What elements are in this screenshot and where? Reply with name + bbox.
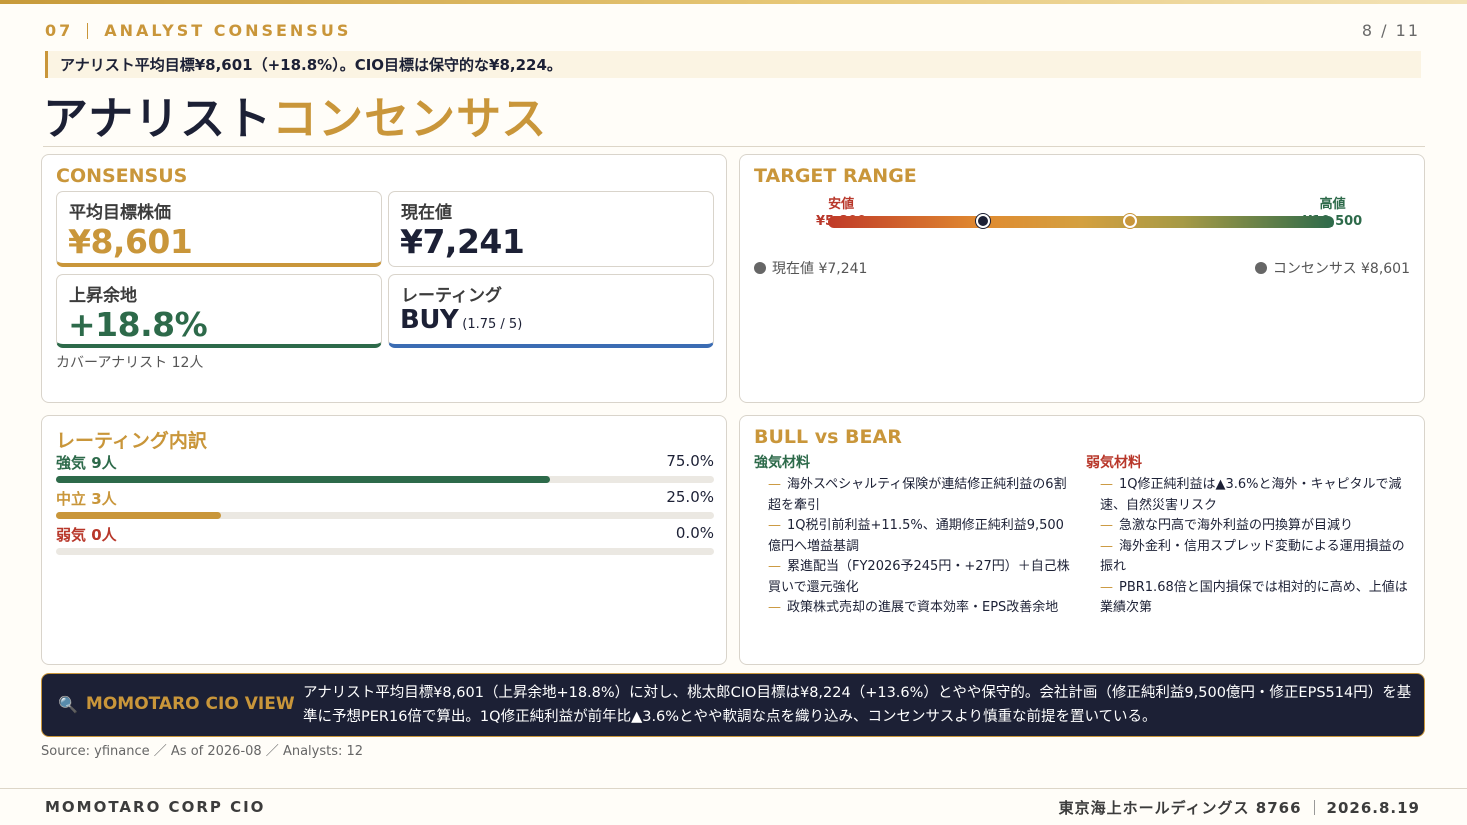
legend-consensus-text: コンセンサス ¥8,601: [1272, 261, 1410, 277]
bear-item: — 急激な円高で海外利益の円換算が目減り: [1086, 516, 1408, 537]
bullet-dash: —: [1100, 518, 1113, 533]
rating-row-track: [56, 512, 714, 519]
rating-row-pct: 25.0%: [666, 488, 714, 506]
target-range-bar: [828, 216, 1334, 228]
rating-row-pct: 75.0%: [666, 452, 714, 470]
rating-score: (1.75 / 5): [462, 317, 523, 332]
footer-divider: [0, 788, 1467, 789]
rating-row-label: 中立 3人: [56, 490, 117, 508]
high-target-label: 高値: [1319, 197, 1346, 212]
bull-column: 強気材料 — 海外スペシャルティ保険が連結修正純利益の6割超を牽引 —1Q税引前利…: [754, 452, 1076, 619]
rating-row-fill: [56, 512, 221, 519]
rating-tile: レーティング BUY (1.75 / 5): [388, 274, 714, 348]
bear-item-text: 急激な円高で海外利益の円換算が目減り: [1119, 518, 1354, 533]
bear-item-text: 海外金利・信用スプレッド変動による運用損益の振れ: [1100, 538, 1405, 575]
cio-view-text: アナリスト平均目標¥8,601（上昇余地+18.8%）に対し、桃太郎CIO目標は…: [303, 685, 1412, 725]
rating-row-track: [56, 476, 714, 483]
target-range-title: TARGET RANGE: [754, 165, 917, 187]
bear-list: —1Q修正純利益は▲3.6%と海外・キャピタルで減速、自然災害リスク — 急激な円…: [1086, 475, 1408, 619]
consensus-title: CONSENSUS: [56, 165, 188, 187]
legend-current: 現在値 ¥7,241: [754, 258, 867, 278]
bull-list: — 海外スペシャルティ保険が連結修正純利益の6割超を牽引 —1Q税引前利益+11.…: [754, 475, 1076, 619]
rating-row-fill: [56, 476, 550, 483]
bull-title: 強気材料: [754, 455, 810, 471]
current-price-value: ¥7,241: [400, 222, 525, 261]
avg-target-value: ¥8,601: [68, 222, 193, 261]
bull-item-text: 累進配当（FY2026予245円・+27円）＋自己株買いで還元強化: [768, 559, 1070, 595]
bullet-dash: —: [1100, 477, 1113, 492]
cio-view-label: 🔍 MOMOTARO CIO VIEW: [58, 694, 295, 714]
legend-consensus-dot: [1254, 262, 1267, 274]
bull-item-text: 1Q税引前利益+11.5%、通期修正純利益9,500億円へ増益基調: [768, 518, 1064, 554]
upside-tile: 上昇余地 +18.8%: [56, 274, 382, 348]
rating-label: レーティング: [401, 286, 502, 306]
bear-item-text: PBR1.68倍と国内損保では相対的に高め、上値は業績次第: [1100, 579, 1408, 616]
section-divider: [87, 22, 89, 39]
analyst-coverage: カバーアナリスト 12人: [56, 355, 204, 371]
low-target-label: 安値: [828, 197, 855, 212]
legend-consensus: コンセンサス ¥8,601: [1254, 258, 1410, 278]
page-title-accent: コンセンサス: [272, 92, 548, 145]
current-price-tile: 現在値 ¥7,241: [388, 191, 714, 267]
bull-item: — 海外スペシャルティ保険が連結修正純利益の6割超を牽引: [754, 475, 1076, 516]
bullet-dash: —: [1100, 538, 1113, 554]
target-range-card: TARGET RANGE 安値 ¥5,800 高値 ¥10,500 現在値 ¥7…: [739, 154, 1425, 403]
page-number: 8 / 11: [1361, 21, 1420, 40]
upside-label: 上昇余地: [69, 286, 137, 306]
rating-breakdown-card: レーティング内訳 強気 9人 75.0% 中立 3人 25.0% 弱気 0人 0…: [41, 415, 727, 665]
bull-item-text: 政策株式売却の進展で資本効率・EPS改善余地: [787, 600, 1059, 615]
bear-item-text: 1Q修正純利益は▲3.6%と海外・キャピタルで減速、自然災害リスク: [1100, 477, 1402, 513]
rating-row-label: 弱気 0人: [56, 526, 117, 544]
footer-separator: [1313, 800, 1315, 815]
footer-date: 2026.8.19: [1326, 798, 1420, 817]
section-label: 07 ANALYST CONSENSUS: [45, 21, 351, 40]
bullet-dash: —: [1100, 579, 1113, 595]
bull-item: —1Q税引前利益+11.5%、通期修正純利益9,500億円へ増益基調: [754, 516, 1076, 557]
rating-value: BUY (1.75 / 5): [400, 305, 522, 335]
rating-breakdown-title: レーティング内訳: [56, 430, 207, 452]
bull-item-text: 海外スペシャルティ保険が連結修正純利益の6割超を牽引: [768, 477, 1067, 513]
bear-item: — 海外金利・信用スプレッド変動による運用損益の振れ: [1086, 537, 1408, 578]
bullet-dash: —: [768, 559, 781, 574]
title-divider: [43, 146, 1425, 147]
bullet-dash: —: [768, 477, 781, 492]
bull-item: — 政策株式売却の進展で資本効率・EPS改善余地: [754, 598, 1076, 619]
bullet-dash: —: [768, 600, 781, 615]
bull-bear-card: BULL vs BEAR 強気材料 — 海外スペシャルティ保険が連結修正純利益の6…: [739, 415, 1425, 665]
legend-current-dot: [754, 262, 766, 274]
cio-view-label-text: MOMOTARO CIO VIEW: [85, 694, 295, 714]
rating-row-pct: 0.0%: [675, 524, 714, 542]
bear-column: 弱気材料 —1Q修正純利益は▲3.6%と海外・キャピタルで減速、自然災害リスク …: [1086, 452, 1408, 619]
bull-item: — 累進配当（FY2026予245円・+27円）＋自己株買いで還元強化: [754, 557, 1076, 598]
avg-target-tile: 平均目標株価 ¥8,601: [56, 191, 382, 267]
rating-row-label: 強気 9人: [56, 454, 117, 472]
page-title-main: アナリスト: [43, 92, 273, 145]
footer-company: 東京海上ホールディングス 8766: [1058, 799, 1302, 817]
page-title: アナリストコンセンサス: [43, 82, 547, 147]
cio-view-panel: 🔍 MOMOTARO CIO VIEW アナリスト平均目標¥8,601（上昇余地…: [41, 673, 1425, 737]
bullet-dash: —: [768, 518, 781, 533]
section-name: ANALYST CONSENSUS: [104, 21, 352, 40]
top-accent-bar: [0, 0, 1467, 4]
footer-brand: MOMOTARO CORP CIO: [45, 798, 266, 816]
section-number: 07: [45, 21, 74, 40]
bear-title: 弱気材料: [1086, 455, 1142, 471]
rating-text: BUY: [400, 305, 459, 335]
consensus-marker: [1122, 214, 1137, 228]
consensus-card: CONSENSUS 平均目標株価 ¥8,601 現在値 ¥7,241 上昇余地 …: [41, 154, 727, 403]
avg-target-label: 平均目標株価: [69, 203, 171, 223]
upside-value: +18.8%: [68, 305, 208, 344]
footer-meta: 東京海上ホールディングス 8766 2026.8.19: [1059, 797, 1420, 818]
current-price-marker: [976, 214, 991, 228]
magnifier-icon: 🔍: [58, 694, 78, 714]
rating-row-track: [56, 548, 714, 555]
bull-bear-title: BULL vs BEAR: [754, 426, 902, 448]
bear-item: — PBR1.68倍と国内損保では相対的に高め、上値は業績次第: [1086, 578, 1408, 619]
current-price-label: 現在値: [401, 203, 452, 223]
lead-summary: アナリスト平均目標¥8,601（+18.8%）。CIO目標は保守的な¥8,224…: [45, 51, 1421, 78]
bear-item: —1Q修正純利益は▲3.6%と海外・キャピタルで減速、自然災害リスク: [1086, 475, 1408, 516]
source-note: Source: yfinance ／ As of 2026-08 ／ Analy…: [41, 744, 364, 759]
legend-current-text: 現在値 ¥7,241: [772, 261, 868, 277]
